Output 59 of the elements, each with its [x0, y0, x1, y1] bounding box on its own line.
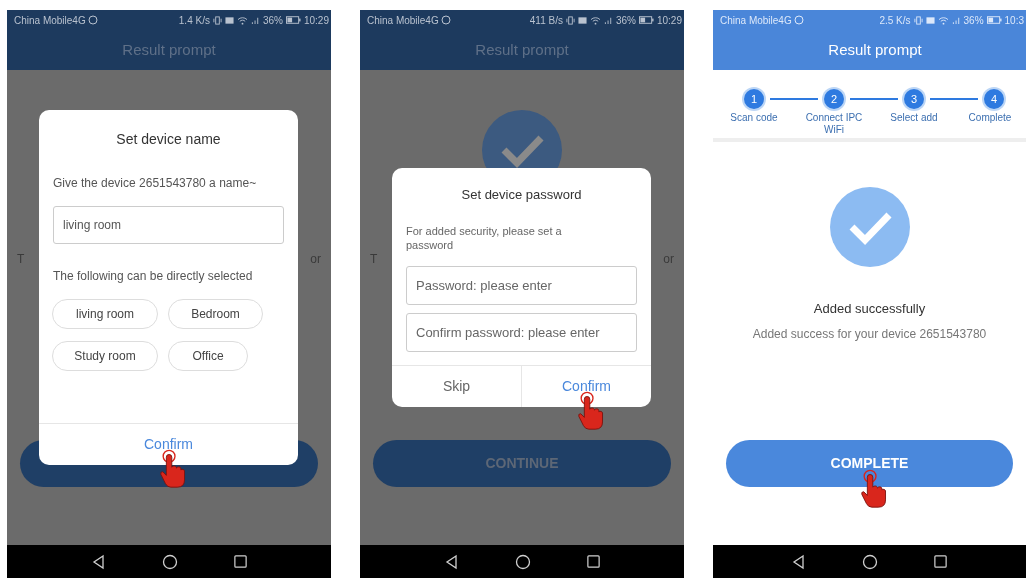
step-label: Connect IPC WiFi — [804, 112, 864, 136]
app-bar-title: Result prompt — [475, 39, 569, 60]
network-speed: 2.5 K/s — [879, 13, 911, 28]
network-speed: 1.4 K/s — [178, 13, 210, 28]
home-icon[interactable] — [862, 553, 878, 570]
battery-icon — [638, 16, 654, 24]
battery-percent: 36% — [963, 13, 984, 28]
wifi-icon — [236, 15, 248, 25]
carrier-name: China Mobile4G — [367, 13, 439, 28]
result-heading: Added successfully — [812, 300, 927, 318]
device-name-field[interactable]: living room — [53, 206, 284, 244]
app-bar-title: Result prompt — [122, 39, 216, 60]
app-bar-title: Result prompt — [827, 39, 922, 60]
battery-icon — [986, 16, 1002, 24]
step-label: Complete — [967, 112, 1013, 125]
dialog-prompt: For added security, please set a password — [406, 223, 563, 252]
back-icon[interactable] — [791, 553, 807, 570]
dialog-action-button[interactable]: Confirm — [521, 366, 651, 407]
recent-apps-icon[interactable] — [933, 554, 948, 569]
suggestion-hint: The following can be directly selected — [53, 268, 254, 285]
wifi-icon — [937, 15, 949, 25]
signal-icon — [603, 15, 613, 25]
signal-icon — [250, 15, 260, 25]
recent-apps-icon[interactable] — [232, 554, 248, 569]
carrier-name: China Mobile4G — [720, 13, 792, 28]
step-label: Scan code — [729, 112, 779, 125]
home-icon[interactable] — [514, 553, 531, 570]
step-connector — [850, 98, 898, 100]
signal-icon — [951, 15, 961, 25]
clock-time: 10:29 — [303, 13, 329, 28]
clock-time: 10:3 — [1004, 13, 1024, 28]
dialog-prompt: Give the device 2651543780 a name~ — [53, 175, 258, 192]
result-detail: Added success for your device 2651543780 — [751, 325, 988, 343]
vibrate-icon — [212, 15, 222, 25]
step-number: 1 — [744, 89, 764, 109]
step-number: 3 — [904, 89, 924, 109]
vibrate-icon — [565, 15, 575, 25]
step-connector — [770, 98, 818, 100]
step-number: 2 — [824, 89, 844, 109]
network-speed: 411 B/s — [529, 13, 563, 28]
carrier-name: China Mobile4G — [14, 13, 86, 28]
battery-icon — [285, 16, 301, 24]
check-circle-icon — [829, 187, 910, 267]
password-field[interactable]: Password: please enter — [406, 265, 637, 305]
wifi-icon — [589, 15, 601, 25]
dialog-action-button[interactable]: Skip — [392, 366, 521, 407]
vibrate-icon — [913, 15, 923, 25]
dialog-title: Set device password — [460, 186, 583, 204]
password-field[interactable]: Confirm password: please enter — [406, 312, 637, 352]
step-number: 4 — [984, 89, 1004, 109]
home-icon[interactable] — [161, 553, 178, 570]
dialog-action-button[interactable]: Confirm — [39, 424, 298, 465]
step-label: Select add — [889, 112, 939, 125]
clock-time: 10:29 — [656, 13, 682, 28]
step-connector — [930, 98, 978, 100]
battery-percent: 36% — [615, 13, 636, 28]
recent-apps-icon[interactable] — [585, 554, 601, 569]
battery-percent: 36% — [262, 13, 283, 28]
dialog-title: Set device name — [115, 130, 222, 149]
